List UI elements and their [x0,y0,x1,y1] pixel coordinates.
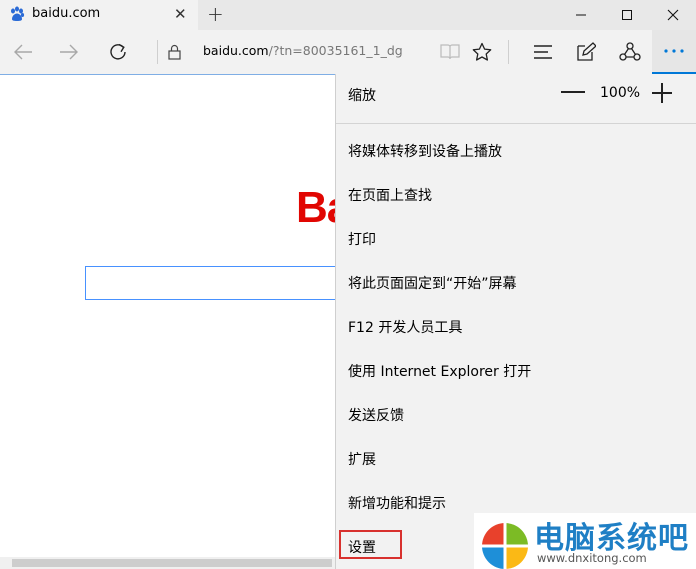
address-bar[interactable]: baidu.com/?tn=80035161_1_dg [203,43,403,58]
maximize-button[interactable] [604,0,650,30]
forward-arrow-icon [60,44,78,60]
menu-item-find-on-page[interactable]: 在页面上查找 [348,185,432,205]
tab-baidu[interactable]: baidu.com ✕ [0,0,198,30]
lock-icon [167,44,181,60]
web-note-button[interactable] [573,30,599,74]
watermark-url: www.dnxitong.com [537,551,647,565]
reading-view-button[interactable] [437,30,463,74]
tab-close-icon[interactable]: ✕ [174,5,187,23]
lock-icon-button [163,30,185,74]
tab-title: baidu.com [32,6,101,21]
menu-item-open-with-ie[interactable]: 使用 Internet Explorer 打开 [348,361,531,381]
plus-icon [652,83,672,103]
settings-highlight-box [339,530,402,559]
search-input[interactable] [85,266,340,300]
more-dots-icon [664,49,684,53]
address-host: baidu.com [203,43,269,58]
zoom-level: 100% [600,85,641,101]
menu-item-whats-new[interactable]: 新增功能和提示 [348,493,446,513]
reading-view-icon [440,44,460,60]
close-icon [667,9,679,21]
refresh-icon [110,43,126,60]
baidu-paw-icon [11,6,25,21]
web-note-icon [577,42,596,61]
windows-logo-icon [480,521,528,569]
more-actions-button[interactable] [652,30,696,74]
nav-separator [157,40,158,64]
menu-item-developer-tools[interactable]: F12 开发人员工具 [348,317,462,337]
menu-item-send-feedback[interactable]: 发送反馈 [348,405,404,425]
hub-icon [534,45,552,59]
share-button[interactable] [617,30,643,74]
share-icon [619,42,641,61]
minimize-icon [576,14,586,16]
close-button[interactable] [650,0,696,30]
maximize-icon [622,10,632,20]
forward-button[interactable] [52,30,86,74]
back-button[interactable] [6,30,40,74]
new-tab-button[interactable]: + [207,2,224,26]
star-icon [472,42,492,61]
zoom-out-button[interactable] [561,91,585,93]
refresh-button[interactable] [101,30,135,74]
scrollbar-thumb[interactable] [12,559,332,567]
menu-separator [336,123,696,124]
menu-item-print[interactable]: 打印 [348,229,376,249]
back-arrow-icon [14,44,32,60]
zoom-label: 缩放 [348,88,376,104]
favorite-button[interactable] [469,30,495,74]
nav-separator [508,40,509,64]
address-path: /?tn=80035161_1_dg [268,43,403,58]
menu-item-pin-to-start[interactable]: 将此页面固定到“开始”屏幕 [348,273,517,293]
minimize-button[interactable] [558,0,604,30]
menu-item-cast-media[interactable]: 将媒体转移到设备上播放 [348,141,502,161]
hub-button[interactable] [530,30,556,74]
menu-item-extensions[interactable]: 扩展 [348,449,376,469]
zoom-in-button[interactable] [650,81,674,105]
